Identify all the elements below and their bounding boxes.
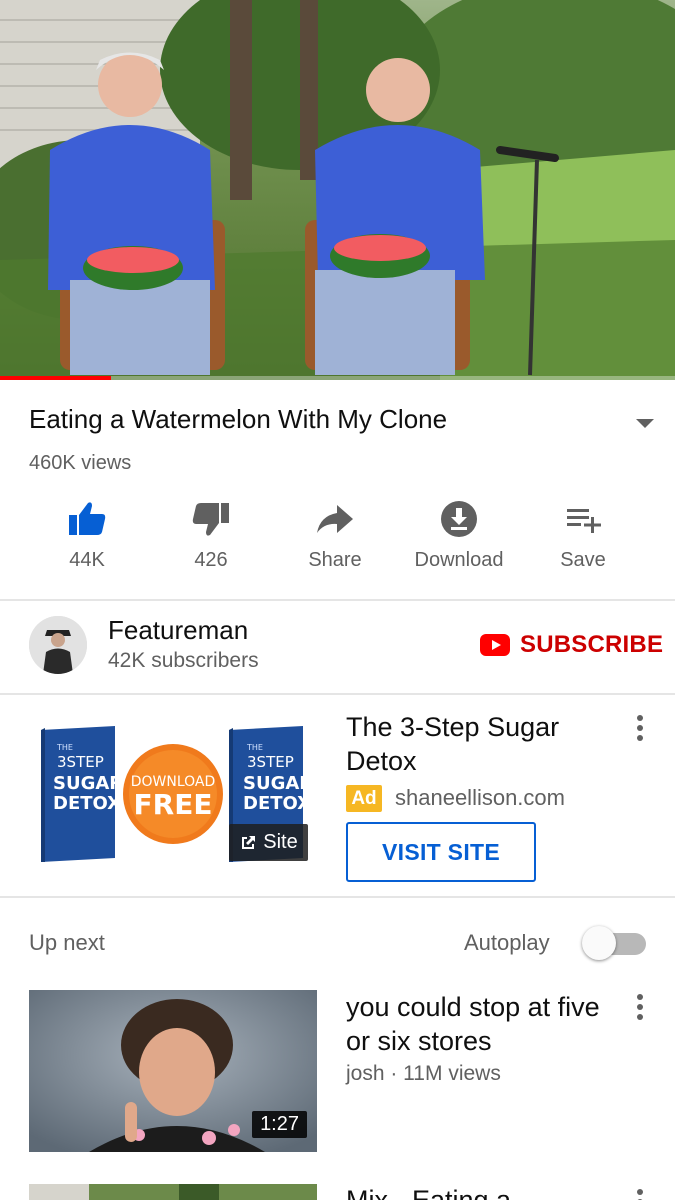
divider: [0, 896, 675, 898]
recommendation-title[interactable]: Mix - Eating a: [346, 1183, 606, 1200]
view-count: 460K views: [29, 452, 132, 474]
video-progress-fill: [0, 376, 112, 380]
visit-site-button[interactable]: VISIT SITE: [346, 822, 536, 882]
download-label: Download: [414, 549, 504, 571]
book-line1: 3STEP: [247, 753, 294, 771]
playlist-add-icon: [567, 509, 601, 533]
dislike-count: 426: [194, 549, 228, 571]
like-count: 44K: [69, 549, 105, 571]
more-options-icon[interactable]: [634, 1188, 646, 1200]
recommendation-title[interactable]: you could stop at five or six stores: [346, 990, 606, 1058]
thumb-up-icon: [69, 502, 106, 535]
share-button[interactable]: Share: [273, 495, 397, 585]
dislike-button[interactable]: 426: [149, 495, 273, 585]
thumbnail-image: [29, 1184, 317, 1200]
subscriber-count: 42K subscribers: [108, 649, 259, 672]
site-chip-label: Site: [263, 831, 298, 853]
book-line2: SUGAR: [243, 773, 313, 794]
ad-domain: shaneellison.com: [395, 785, 565, 810]
recommendation-meta: josh · 11M views: [346, 1062, 501, 1085]
video-thumbnail[interactable]: [29, 1184, 317, 1200]
book-line2: SUGAR: [53, 773, 123, 794]
share-icon: [317, 505, 353, 533]
autoplay-toggle[interactable]: [582, 926, 648, 962]
subscribe-button[interactable]: SUBSCRIBE: [480, 628, 663, 662]
download-button[interactable]: Download: [397, 495, 521, 585]
video-progress-bar[interactable]: [0, 376, 675, 380]
ad-badge: Ad: [346, 785, 382, 812]
book-line1: 3STEP: [57, 753, 104, 771]
video-duration: 1:27: [252, 1111, 307, 1138]
book-line3: DETOX: [243, 793, 311, 814]
video-frame-illustration: [0, 0, 675, 380]
badge-line2: FREE: [134, 788, 213, 821]
download-icon: [441, 501, 477, 537]
toggle-knob: [582, 926, 616, 960]
thumb-down-icon: [192, 503, 229, 536]
video-thumbnail[interactable]: 1:27: [29, 990, 317, 1152]
book-small-text: THE: [56, 743, 73, 752]
youtube-logo-icon: [480, 634, 510, 656]
share-label: Share: [308, 549, 362, 571]
channel-name[interactable]: Featureman: [108, 615, 248, 646]
open-external-icon: [242, 835, 256, 849]
divider: [0, 599, 675, 601]
subscribe-label: SUBSCRIBE: [520, 631, 664, 658]
site-chip[interactable]: Site: [229, 824, 308, 861]
autoplay-label: Autoplay: [464, 930, 550, 955]
divider: [0, 693, 675, 695]
video-player[interactable]: [0, 0, 675, 380]
save-button[interactable]: Save: [521, 495, 645, 585]
avatar-image: [29, 616, 87, 674]
expand-description-icon[interactable]: [632, 414, 658, 432]
channel-avatar[interactable]: [29, 616, 87, 674]
ad-title[interactable]: The 3-Step Sugar Detox: [346, 710, 606, 778]
up-next-label: Up next: [29, 930, 105, 955]
book-small-text: THE: [246, 743, 263, 752]
more-options-icon[interactable]: [634, 993, 646, 1021]
book-line3: DETOX: [53, 793, 121, 814]
like-button[interactable]: 44K: [25, 495, 149, 585]
action-bar: 44K 426 Share Download Save: [0, 495, 675, 585]
more-options-icon[interactable]: [634, 714, 646, 742]
video-title: Eating a Watermelon With My Clone: [29, 404, 448, 434]
save-label: Save: [560, 549, 606, 571]
